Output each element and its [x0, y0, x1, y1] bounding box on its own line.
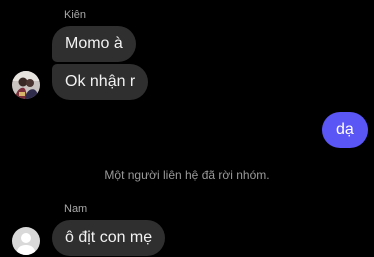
message-text: Ok nhận r: [65, 73, 136, 90]
default-user-avatar-icon[interactable]: [12, 227, 40, 255]
sender-name-kien: Kiên: [64, 9, 87, 21]
outgoing-message-bubble[interactable]: dạ: [322, 112, 368, 148]
system-notice: Một người liên hệ đã rời nhóm.: [104, 168, 270, 182]
message-bubble-ok[interactable]: Ok nhận r: [52, 64, 149, 100]
photo-avatar-image: [12, 71, 40, 99]
message-text: dạ: [336, 121, 354, 138]
photo-avatar-icon[interactable]: [12, 71, 40, 99]
message-bubble-nam[interactable]: ô địt con mẹ: [52, 220, 166, 256]
message-text: ô địt con mẹ: [65, 229, 153, 246]
message-text: Momo à: [65, 35, 123, 52]
sender-name-nam: Nam: [64, 203, 88, 215]
user-silhouette-icon: [12, 227, 40, 255]
message-bubble-momo[interactable]: Momo à: [52, 26, 136, 62]
